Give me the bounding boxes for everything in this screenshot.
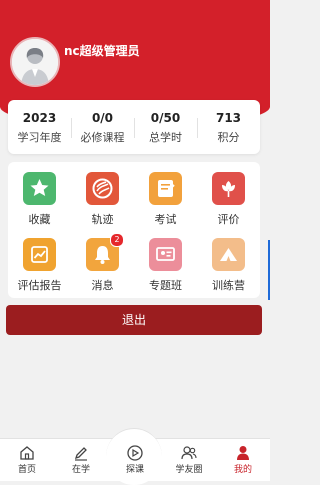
stats-card: 2023 学习年度 0/0 必修课程 0/50 总学时 713 积分 bbox=[8, 100, 260, 154]
scroll-indicator bbox=[268, 240, 270, 300]
pen-icon bbox=[74, 447, 87, 461]
menu-item-label: 消息 bbox=[91, 279, 114, 292]
stat-required-courses[interactable]: 0/0 必修课程 bbox=[71, 100, 134, 154]
tab-label: 探课 bbox=[125, 465, 144, 475]
report-icon bbox=[23, 238, 56, 271]
friends-icon bbox=[181, 446, 197, 460]
bell-icon: 2 bbox=[86, 233, 124, 271]
tab-studying[interactable]: 在学 bbox=[54, 438, 108, 480]
stat-points[interactable]: 713 积分 bbox=[197, 100, 260, 154]
feature-grid: 收藏 轨迹 考试 评价 评估报告 2 消息 专题班 训练营 bbox=[8, 162, 260, 298]
username: nc超级管理员 bbox=[64, 44, 140, 58]
tab-mine[interactable]: 我的 bbox=[216, 438, 270, 480]
menu-item-label: 考试 bbox=[154, 213, 177, 226]
stat-study-year[interactable]: 2023 学习年度 bbox=[8, 100, 71, 154]
tab-label: 我的 bbox=[233, 465, 252, 475]
star-icon bbox=[23, 172, 56, 205]
menu-item-label: 评价 bbox=[217, 213, 240, 226]
unread-badge: 2 bbox=[110, 233, 124, 247]
tab-home[interactable]: 首页 bbox=[0, 438, 54, 480]
menu-item-messages[interactable]: 2 消息 bbox=[71, 228, 134, 294]
person-icon bbox=[237, 446, 249, 460]
menu-item-special-class[interactable]: 专题班 bbox=[134, 228, 197, 294]
tab-explore[interactable]: 探课 bbox=[108, 438, 162, 480]
menu-item-label: 评估报告 bbox=[17, 279, 62, 292]
menu-item-label: 收藏 bbox=[28, 213, 51, 226]
stat-value: 0/0 bbox=[91, 111, 114, 125]
stat-value: 713 bbox=[215, 111, 242, 125]
person-avatar-icon bbox=[12, 39, 58, 85]
menu-item-review[interactable]: 评价 bbox=[197, 162, 260, 228]
tab-label: 学友圈 bbox=[175, 465, 203, 475]
logout-button[interactable]: 退出 bbox=[6, 305, 262, 335]
track-icon bbox=[86, 172, 119, 205]
exam-icon bbox=[149, 172, 182, 205]
tab-label: 首页 bbox=[17, 465, 36, 475]
stat-label: 必修课程 bbox=[80, 131, 125, 144]
class-icon bbox=[149, 238, 182, 271]
stat-value: 0/50 bbox=[150, 111, 181, 125]
stat-label: 总学时 bbox=[149, 131, 182, 144]
menu-item-exam[interactable]: 考试 bbox=[134, 162, 197, 228]
home-icon bbox=[20, 446, 34, 460]
menu-item-track[interactable]: 轨迹 bbox=[71, 162, 134, 228]
stat-label: 学习年度 bbox=[17, 131, 62, 144]
menu-item-label: 轨迹 bbox=[91, 213, 114, 226]
camp-icon bbox=[212, 238, 245, 271]
stat-total-hours[interactable]: 0/50 总学时 bbox=[134, 100, 197, 154]
stat-label: 积分 bbox=[217, 131, 240, 144]
explore-icon bbox=[127, 445, 143, 461]
menu-item-assessment-report[interactable]: 评估报告 bbox=[8, 228, 71, 294]
stat-value: 2023 bbox=[22, 111, 57, 125]
tab-label: 在学 bbox=[71, 465, 90, 475]
tab-friends[interactable]: 学友圈 bbox=[162, 438, 216, 480]
avatar[interactable] bbox=[10, 37, 60, 87]
menu-item-training-camp[interactable]: 训练营 bbox=[197, 228, 260, 294]
menu-item-label: 专题班 bbox=[149, 279, 182, 292]
flower-icon bbox=[212, 172, 245, 205]
menu-item-label: 训练营 bbox=[212, 279, 245, 292]
menu-item-favorites[interactable]: 收藏 bbox=[8, 162, 71, 228]
